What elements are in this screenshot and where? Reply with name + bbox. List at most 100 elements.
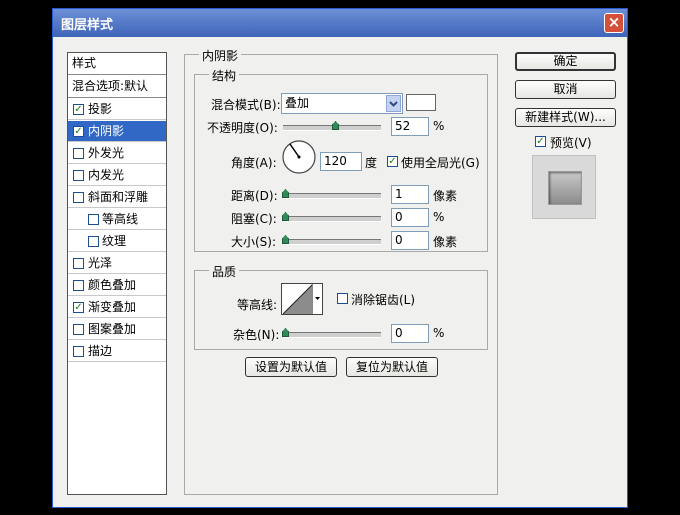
noise-slider[interactable]: [283, 332, 381, 338]
choke-label: 阻塞(C):: [231, 212, 277, 226]
style-item[interactable]: 内发光: [68, 165, 166, 186]
distance-slider[interactable]: [283, 193, 381, 199]
structure-title: 结构: [209, 67, 240, 84]
noise-input[interactable]: 0: [391, 324, 429, 343]
style-item[interactable]: ✓ 投影: [68, 99, 166, 120]
style-item-label: 投影: [88, 102, 113, 116]
style-item-checkbox[interactable]: [88, 236, 99, 247]
noise-slider-thumb[interactable]: [282, 328, 289, 337]
style-item[interactable]: 光泽: [68, 253, 166, 274]
style-item[interactable]: ✓ 渐变叠加: [68, 297, 166, 318]
blend-mode-label: 混合模式(B):: [211, 98, 281, 112]
style-item-checkbox[interactable]: [88, 214, 99, 225]
title-bar[interactable]: 图层样式 ×: [53, 9, 627, 37]
blend-options-label: 混合选项:默认: [72, 79, 149, 93]
size-unit: 像素: [433, 235, 458, 249]
style-item-checkbox[interactable]: [73, 148, 84, 159]
layer-style-dialog: 图层样式 × 样式 混合选项:默认 ✓ 投影 ✓ 内阴影外发光内发光斜面和浮雕等高线纹…: [52, 8, 628, 508]
style-item[interactable]: 纹理: [68, 231, 166, 252]
style-item-label: 渐变叠加: [88, 300, 137, 314]
noise-label: 杂色(N):: [233, 328, 280, 342]
style-item-checkbox[interactable]: ✓: [73, 104, 84, 115]
style-item-label: 描边: [88, 344, 113, 358]
size-slider[interactable]: [283, 239, 381, 245]
set-default-button[interactable]: 设置为默认值: [245, 357, 337, 377]
shadow-color-swatch[interactable]: [406, 94, 436, 111]
style-item-checkbox[interactable]: [73, 280, 84, 291]
antialias-checkbox[interactable]: [337, 293, 348, 304]
contour-label: 等高线:: [237, 298, 278, 312]
distance-label: 距离(D):: [231, 189, 278, 203]
choke-slider[interactable]: [283, 216, 381, 222]
choke-input[interactable]: 0: [391, 208, 429, 227]
style-item[interactable]: 斜面和浮雕: [68, 187, 166, 208]
angle-unit: 度: [365, 156, 378, 170]
global-light-label: 使用全局光(G): [401, 156, 480, 170]
style-item-checkbox[interactable]: [73, 192, 84, 203]
angle-dial[interactable]: [281, 139, 317, 175]
inner-shadow-title: 内阴影: [199, 47, 242, 64]
cancel-button[interactable]: 取消: [515, 80, 616, 99]
distance-unit: 像素: [433, 189, 458, 203]
style-item-label: 内发光: [88, 168, 125, 182]
preview-checkbox[interactable]: ✓: [535, 136, 546, 147]
inner-shadow-group: 内阴影 结构 混合模式(B): 叠加 不透明度(O): 52 % 角度(A):: [184, 47, 498, 495]
distance-input[interactable]: 1: [391, 185, 429, 204]
style-item[interactable]: 描边: [68, 341, 166, 362]
antialias-label: 消除锯齿(L): [351, 293, 416, 307]
style-item-label: 图案叠加: [88, 322, 137, 336]
opacity-slider-thumb[interactable]: [332, 121, 339, 130]
styles-header[interactable]: 样式: [68, 53, 166, 75]
global-light-checkbox[interactable]: ✓: [387, 156, 398, 167]
noise-unit: %: [433, 326, 445, 340]
size-input[interactable]: 0: [391, 231, 429, 250]
styles-list: 样式 混合选项:默认 ✓ 投影 ✓ 内阴影外发光内发光斜面和浮雕等高线纹理光泽颜色叠加…: [67, 52, 167, 495]
style-item[interactable]: 颜色叠加: [68, 275, 166, 296]
contour-dropdown-icon[interactable]: [312, 284, 323, 314]
style-item-checkbox[interactable]: [73, 324, 84, 335]
opacity-unit: %: [433, 119, 445, 133]
ok-button[interactable]: 确定: [515, 52, 616, 71]
preview-label: 预览(V): [550, 136, 592, 150]
style-item-label: 光泽: [88, 256, 113, 270]
dialog-title: 图层样式: [61, 18, 114, 33]
style-item[interactable]: 等高线: [68, 209, 166, 230]
style-item-checkbox[interactable]: ✓: [73, 302, 84, 313]
style-item-checkbox[interactable]: [73, 170, 84, 181]
structure-group: 结构 混合模式(B): 叠加 不透明度(O): 52 % 角度(A): 120 …: [194, 67, 488, 252]
angle-label: 角度(A):: [231, 156, 277, 170]
style-item[interactable]: 外发光: [68, 143, 166, 164]
contour-picker[interactable]: [281, 283, 323, 315]
style-item[interactable]: 图案叠加: [68, 319, 166, 340]
styles-header-label: 样式: [72, 56, 97, 70]
close-button[interactable]: ×: [604, 13, 624, 33]
blend-mode-value: 叠加: [285, 96, 310, 110]
style-item-label: 等高线: [102, 212, 139, 226]
style-item-checkbox[interactable]: [73, 258, 84, 269]
quality-group: 品质 等高线: 消除锯齿(L) 杂色(N): 0 %: [194, 263, 488, 350]
style-preview: [532, 155, 596, 219]
reset-default-button[interactable]: 复位为默认值: [346, 357, 438, 377]
preview-swatch: [548, 171, 582, 205]
angle-input[interactable]: 120: [320, 152, 362, 171]
style-item-label: 斜面和浮雕: [88, 190, 149, 204]
size-slider-thumb[interactable]: [282, 235, 289, 244]
choke-slider-thumb[interactable]: [282, 212, 289, 221]
distance-slider-thumb[interactable]: [282, 189, 289, 198]
opacity-input[interactable]: 52: [391, 117, 429, 136]
new-style-button[interactable]: 新建样式(W)...: [515, 108, 616, 127]
chevron-down-icon[interactable]: [386, 95, 401, 112]
style-item[interactable]: ✓ 内阴影: [68, 121, 166, 142]
style-item-label: 颜色叠加: [88, 278, 137, 292]
size-label: 大小(S):: [231, 235, 277, 249]
choke-unit: %: [433, 210, 445, 224]
blend-options-item[interactable]: 混合选项:默认: [68, 76, 166, 98]
style-item-label: 外发光: [88, 146, 125, 160]
opacity-label: 不透明度(O):: [207, 121, 278, 135]
style-item-label: 纹理: [102, 234, 127, 248]
blend-mode-select[interactable]: 叠加: [281, 93, 403, 114]
style-item-checkbox[interactable]: ✓: [73, 126, 84, 137]
style-item-checkbox[interactable]: [73, 346, 84, 357]
quality-title: 品质: [209, 263, 240, 280]
style-item-label: 内阴影: [88, 124, 125, 138]
